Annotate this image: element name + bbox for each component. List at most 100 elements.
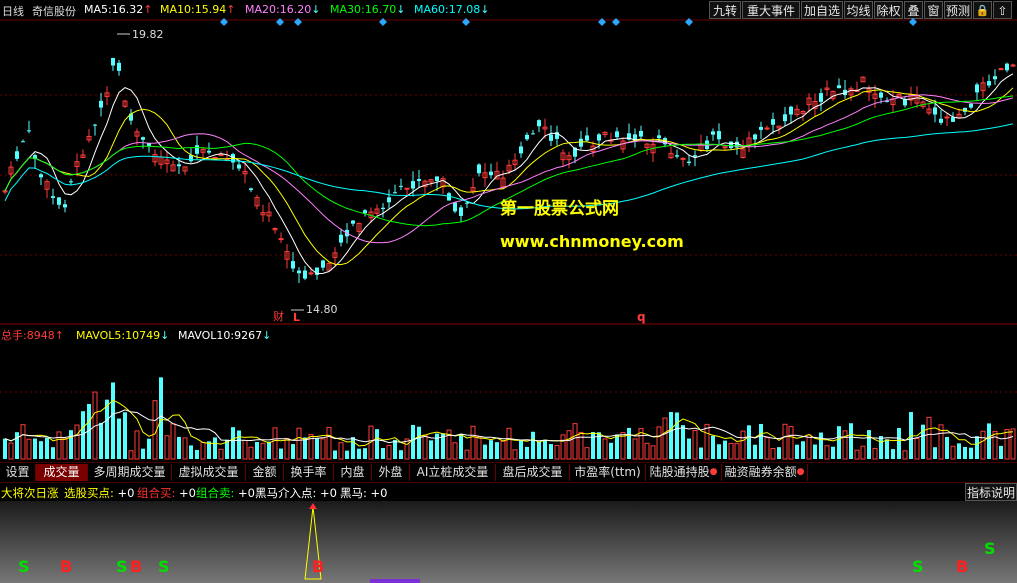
volume-bar [711, 435, 715, 459]
volume-bar [969, 447, 973, 459]
volume-bar [39, 441, 43, 459]
candle-body [998, 68, 1004, 71]
event-diamond-icon [612, 18, 620, 26]
volume-bar [560, 434, 566, 460]
tab-inner-volume[interactable]: 内盘 [334, 464, 372, 481]
candle-body [381, 207, 385, 210]
volume-bar [117, 418, 121, 459]
volume-bar [795, 444, 799, 459]
volume-bar [218, 448, 224, 460]
candle-body [291, 261, 295, 269]
volume-bar [849, 423, 853, 459]
volume-bar [842, 430, 848, 460]
tab-multi-period-volume[interactable]: 多周期成交量 [88, 464, 172, 481]
tab-volume[interactable]: 成交量 [36, 464, 88, 481]
tab-amount[interactable]: 金额 [246, 464, 284, 481]
volume-bar [435, 433, 439, 459]
kline-chart[interactable]: 19.82 14.80 财 L q 第一股票公式网 www.chnmoney.c… [0, 0, 1017, 462]
tab-ai-volume[interactable]: AI立桩成交量 [410, 464, 496, 481]
volume-bar [728, 442, 734, 460]
volume-bar [81, 411, 85, 459]
volume-bar [926, 416, 932, 460]
candle-body [21, 141, 25, 143]
volume-bar [242, 439, 248, 460]
volume-bar [566, 430, 572, 460]
volume-bar [759, 423, 763, 459]
volume-bar [627, 427, 631, 459]
volume-bar [950, 445, 956, 460]
volume-bar [512, 449, 518, 460]
candle-body [764, 127, 770, 130]
candle-body [459, 207, 463, 216]
volume-bar [237, 430, 241, 459]
volume-bar [182, 437, 188, 460]
candle-body [141, 137, 145, 140]
volume-bar [717, 444, 721, 459]
volume-bar [291, 444, 295, 459]
volume-bar [248, 446, 254, 460]
tab-margin-balance[interactable]: 融资融券余额● [722, 464, 808, 481]
volume-bar [69, 430, 73, 459]
volume-bar [681, 425, 685, 459]
candle-body [278, 238, 284, 241]
tab-outer-volume[interactable]: 外盘 [372, 464, 410, 481]
candle-body [465, 202, 469, 204]
volume-bar [399, 450, 403, 459]
volume-bar [945, 436, 949, 459]
volume-bar [393, 439, 397, 459]
candle-body [57, 197, 61, 205]
tab-pe-ttm[interactable]: 市盈率(ttm) [570, 464, 646, 481]
volume-bar [333, 450, 337, 459]
candle-body [1010, 64, 1016, 67]
volume-bar [255, 442, 259, 459]
volume-bar [3, 438, 7, 459]
volume-bar [195, 450, 199, 459]
volume-bar [675, 412, 679, 459]
volume-bar [213, 437, 217, 459]
indicator-name[interactable]: 大将次日涨 [1, 485, 59, 501]
volume-bar [831, 446, 835, 459]
tab-virtual-volume[interactable]: 虚拟成交量 [172, 464, 246, 481]
event-markers[interactable] [220, 18, 917, 26]
event-diamond-icon [220, 18, 228, 26]
volume-bar [806, 434, 812, 460]
candle-body [63, 204, 67, 208]
sell-signal: S [158, 557, 170, 576]
candle-body [411, 181, 415, 189]
candle-body [111, 57, 115, 66]
signal-spike [304, 503, 420, 583]
dark-horse-readout: 黑马: +0 [340, 486, 388, 500]
volume-bar [45, 437, 49, 459]
volume-bar [650, 445, 656, 460]
volume-bar [687, 438, 691, 459]
tab-northbound-holdings[interactable]: 陆股通持股● [646, 464, 722, 481]
candle-body [218, 154, 224, 157]
event-diamond-icon [685, 18, 693, 26]
volume-bar [824, 445, 830, 460]
volume-bar [644, 442, 650, 460]
candle-body [993, 76, 997, 80]
indicator-help-button[interactable]: 指标说明 [965, 483, 1017, 501]
indicator-tabs: 设置 成交量 多周期成交量 虚拟成交量 金额 换手率 内盘 外盘 AI立桩成交量… [0, 462, 1017, 483]
volume-ma-lines [4, 399, 1014, 447]
tab-after-hours-volume[interactable]: 盘后成交量 [496, 464, 570, 481]
candle-body [680, 157, 686, 160]
volume-bar [267, 441, 271, 459]
volume-bar [375, 429, 379, 459]
volume-bar [147, 438, 151, 459]
candle-body [951, 117, 955, 122]
volume-bar [272, 427, 278, 460]
volume-bar [500, 440, 506, 460]
volume-bar [801, 441, 805, 459]
tab-turnover[interactable]: 换手率 [284, 464, 334, 481]
volume-bar [483, 444, 487, 459]
volume-bar [999, 445, 1003, 459]
volume-bar [74, 424, 80, 460]
volume-bar [572, 423, 578, 460]
candle-body [717, 131, 721, 140]
volume-bar [1010, 428, 1016, 460]
candle-body [525, 134, 529, 140]
tab-settings[interactable]: 设置 [0, 464, 36, 481]
volume-bar [578, 431, 584, 460]
candle-body [939, 118, 943, 123]
